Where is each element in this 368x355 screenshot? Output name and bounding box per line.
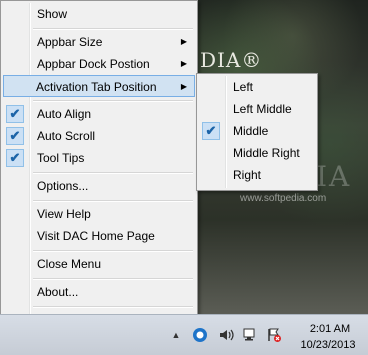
- checkmark-icon: ✔: [6, 105, 24, 123]
- menu-item-label: Visit DAC Home Page: [37, 229, 155, 243]
- menu-separator: [33, 172, 193, 174]
- activation-tab-position-submenu: Left Left Middle ✔ Middle Middle Right R…: [196, 73, 318, 191]
- submenu-arrow-icon: ▶: [180, 82, 187, 91]
- menu-item-label: Middle Right: [233, 146, 300, 160]
- menu-separator: [33, 278, 193, 280]
- menu-item-options[interactable]: Options...: [3, 175, 195, 197]
- submenu-arrow-icon: ▶: [180, 59, 187, 68]
- menu-item-label: Show: [37, 7, 68, 21]
- menu-item-view-help[interactable]: View Help: [3, 203, 195, 225]
- submenu-item-middle[interactable]: ✔ Middle: [199, 120, 315, 142]
- menu-item-label: Auto Scroll: [37, 129, 96, 143]
- submenu-item-middle-right[interactable]: Middle Right: [199, 142, 315, 164]
- menu-item-tool-tips[interactable]: ✔ Tool Tips: [3, 147, 195, 169]
- submenu-item-right[interactable]: Right: [199, 164, 315, 186]
- menu-item-show[interactable]: Show: [3, 3, 195, 25]
- softpedia-url: www.softpedia.com: [240, 193, 327, 204]
- checkmark-icon: ✔: [6, 149, 24, 167]
- menu-item-label: Middle: [233, 124, 269, 138]
- menu-separator: [33, 100, 193, 102]
- menu-item-auto-align[interactable]: ✔ Auto Align: [3, 103, 195, 125]
- taskbar: ▲ 2:01 AM 10/23/2013: [0, 314, 368, 355]
- network-icon[interactable]: [242, 327, 258, 343]
- menu-item-about[interactable]: About...: [3, 281, 195, 303]
- background-title: DIA®: [200, 48, 263, 72]
- volume-icon[interactable]: [218, 327, 234, 343]
- clock-time[interactable]: 2:01 AM: [300, 323, 360, 335]
- submenu-item-left[interactable]: Left: [199, 76, 315, 98]
- menu-item-label: Tool Tips: [37, 151, 85, 165]
- menu-separator: [33, 306, 193, 308]
- menu-item-close-menu[interactable]: Close Menu: [3, 253, 195, 275]
- menu-item-label: Right: [233, 168, 262, 182]
- menu-item-label: Options...: [37, 179, 89, 193]
- menu-separator: [33, 250, 193, 252]
- menu-item-label: Auto Align: [37, 107, 92, 121]
- chevron-up-icon[interactable]: ▲: [168, 327, 184, 343]
- checkmark-icon: ✔: [202, 122, 220, 140]
- menu-item-label: Activation Tab Position: [36, 80, 157, 94]
- clock-date[interactable]: 10/23/2013: [293, 339, 363, 351]
- menu-separator: [33, 28, 193, 30]
- menu-item-activation-tab-position[interactable]: Activation Tab Position ▶: [3, 75, 195, 97]
- app-icon[interactable]: [192, 327, 208, 343]
- menu-item-visit-home-page[interactable]: Visit DAC Home Page: [3, 225, 195, 247]
- context-menu: Show Appbar Size ▶ Appbar Dock Postion ▶…: [0, 0, 198, 332]
- menu-separator: [33, 200, 193, 202]
- menu-item-label: Left: [233, 80, 254, 94]
- menu-item-label: Close Menu: [37, 257, 102, 271]
- menu-item-label: Appbar Dock Postion: [37, 57, 150, 71]
- menu-item-appbar-size[interactable]: Appbar Size ▶: [3, 31, 195, 53]
- menu-item-label: View Help: [37, 207, 91, 221]
- menu-item-auto-scroll[interactable]: ✔ Auto Scroll: [3, 125, 195, 147]
- menu-item-label: About...: [37, 285, 79, 299]
- submenu-item-left-middle[interactable]: Left Middle: [199, 98, 315, 120]
- flag-icon[interactable]: [266, 327, 282, 343]
- menu-item-label: Appbar Size: [37, 35, 103, 49]
- submenu-arrow-icon: ▶: [180, 37, 187, 46]
- menu-item-appbar-dock-position[interactable]: Appbar Dock Postion ▶: [3, 53, 195, 75]
- menu-item-label: Left Middle: [233, 102, 292, 116]
- checkmark-icon: ✔: [6, 127, 24, 145]
